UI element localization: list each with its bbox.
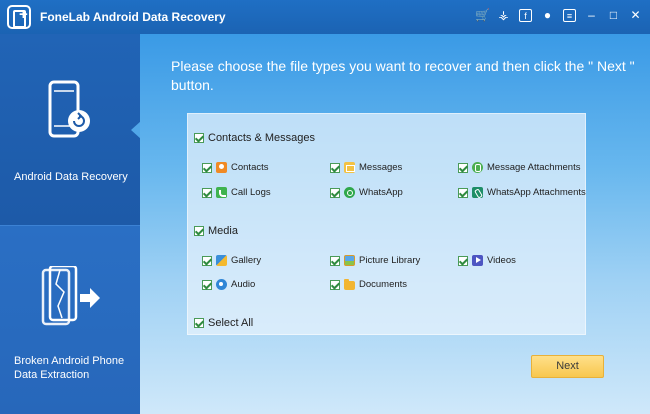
documents-icon [344, 279, 355, 290]
select-all-checkbox[interactable] [194, 318, 204, 328]
close-icon[interactable]: ✕ [629, 9, 642, 22]
option-videos[interactable]: Videos [458, 255, 516, 266]
option-label: Messages [359, 162, 403, 173]
app-title: FoneLab Android Data Recovery [40, 10, 226, 24]
group-label: Media [208, 225, 238, 237]
titlebar-controls: 🛒 ⚶ f ● ≡ – □ ✕ [475, 9, 642, 22]
option-picture-library[interactable]: Picture Library [330, 255, 420, 266]
gallery-icon [216, 255, 227, 266]
option-label: Message Attachments [487, 162, 581, 173]
messages-icon [344, 162, 355, 173]
sidebar-item-broken-phone-extraction[interactable]: Broken Android Phone Data Extraction [0, 225, 140, 414]
option-label: WhatsApp Attachments [487, 187, 586, 198]
option-whatsapp[interactable]: WhatsApp [330, 187, 403, 198]
contacts-messages-checkbox[interactable] [194, 133, 204, 143]
maximize-icon[interactable]: □ [607, 9, 620, 22]
group-label: Contacts & Messages [208, 132, 315, 144]
whatsapp-attachments-icon [472, 187, 483, 198]
minimize-icon[interactable]: – [585, 9, 598, 22]
sidebar-item-label: Android Data Recovery [14, 171, 128, 183]
documents-checkbox[interactable] [330, 279, 340, 290]
option-message-attachments[interactable]: Message Attachments [458, 162, 580, 173]
videos-checkbox[interactable] [458, 255, 468, 266]
picture-library-checkbox[interactable] [330, 255, 340, 266]
option-documents[interactable]: Documents [330, 279, 407, 290]
title-bar: FoneLab Android Data Recovery 🛒 ⚶ f ● ≡ … [0, 0, 650, 34]
gallery-checkbox[interactable] [202, 255, 212, 266]
option-gallery[interactable]: Gallery [202, 255, 261, 266]
sidebar-item-android-data-recovery[interactable]: Android Data Recovery [0, 34, 141, 225]
broken-phone-icon [41, 266, 100, 326]
option-label: Audio [231, 279, 256, 290]
app-logo-icon [7, 5, 31, 29]
option-whatsapp-attachments[interactable]: WhatsApp Attachments [458, 187, 586, 198]
feedback-icon[interactable]: ≡ [563, 9, 576, 22]
phone-recover-icon [48, 80, 90, 138]
chat-icon[interactable]: ● [541, 9, 554, 22]
message-attachments-checkbox[interactable] [458, 162, 468, 173]
group-media[interactable]: Media [194, 225, 238, 237]
main-content: Please choose the file types you want to… [140, 34, 650, 414]
videos-icon [472, 255, 483, 266]
whatsapp-icon [344, 187, 355, 198]
option-messages[interactable]: Messages [330, 162, 402, 173]
media-checkbox[interactable] [194, 226, 204, 236]
option-audio[interactable]: Audio [202, 279, 255, 290]
sidebar-item-label-line2: Data Extraction [14, 369, 90, 381]
option-label: Contacts [231, 162, 269, 173]
audio-icon [216, 279, 227, 290]
file-type-panel: Contacts & Messages Contacts Messages Me… [187, 113, 586, 335]
whatsapp-attachments-checkbox[interactable] [458, 187, 468, 198]
sidebar-item-label: Broken Android Phone Data Extraction [14, 354, 124, 382]
option-label: Videos [487, 255, 516, 266]
group-contacts-messages[interactable]: Contacts & Messages [194, 132, 315, 144]
key-icon[interactable]: ⚶ [497, 9, 510, 22]
select-all[interactable]: Select All [194, 317, 253, 329]
contacts-checkbox[interactable] [202, 162, 212, 173]
call-logs-icon [216, 187, 227, 198]
audio-checkbox[interactable] [202, 279, 212, 290]
option-label: Picture Library [359, 255, 421, 266]
whatsapp-checkbox[interactable] [330, 187, 340, 198]
call-logs-checkbox[interactable] [202, 187, 212, 198]
next-button[interactable]: Next [531, 355, 604, 378]
instruction-text: Please choose the file types you want to… [171, 58, 635, 93]
contacts-icon [216, 162, 227, 173]
option-label: Gallery [231, 255, 262, 266]
option-label: Documents [359, 279, 408, 290]
sidebar-item-label-line1: Broken Android Phone [14, 355, 125, 367]
option-call-logs[interactable]: Call Logs [202, 187, 271, 198]
option-label: WhatsApp [359, 187, 403, 198]
message-attachments-icon [472, 162, 483, 173]
cart-icon[interactable]: 🛒 [475, 9, 490, 22]
option-contacts[interactable]: Contacts [202, 162, 269, 173]
sidebar: Android Data Recovery Broken Android Pho… [0, 34, 141, 414]
option-label: Call Logs [231, 187, 271, 198]
picture-library-icon [344, 255, 355, 266]
messages-checkbox[interactable] [330, 162, 340, 173]
facebook-icon[interactable]: f [519, 9, 532, 22]
select-all-label: Select All [208, 317, 254, 329]
